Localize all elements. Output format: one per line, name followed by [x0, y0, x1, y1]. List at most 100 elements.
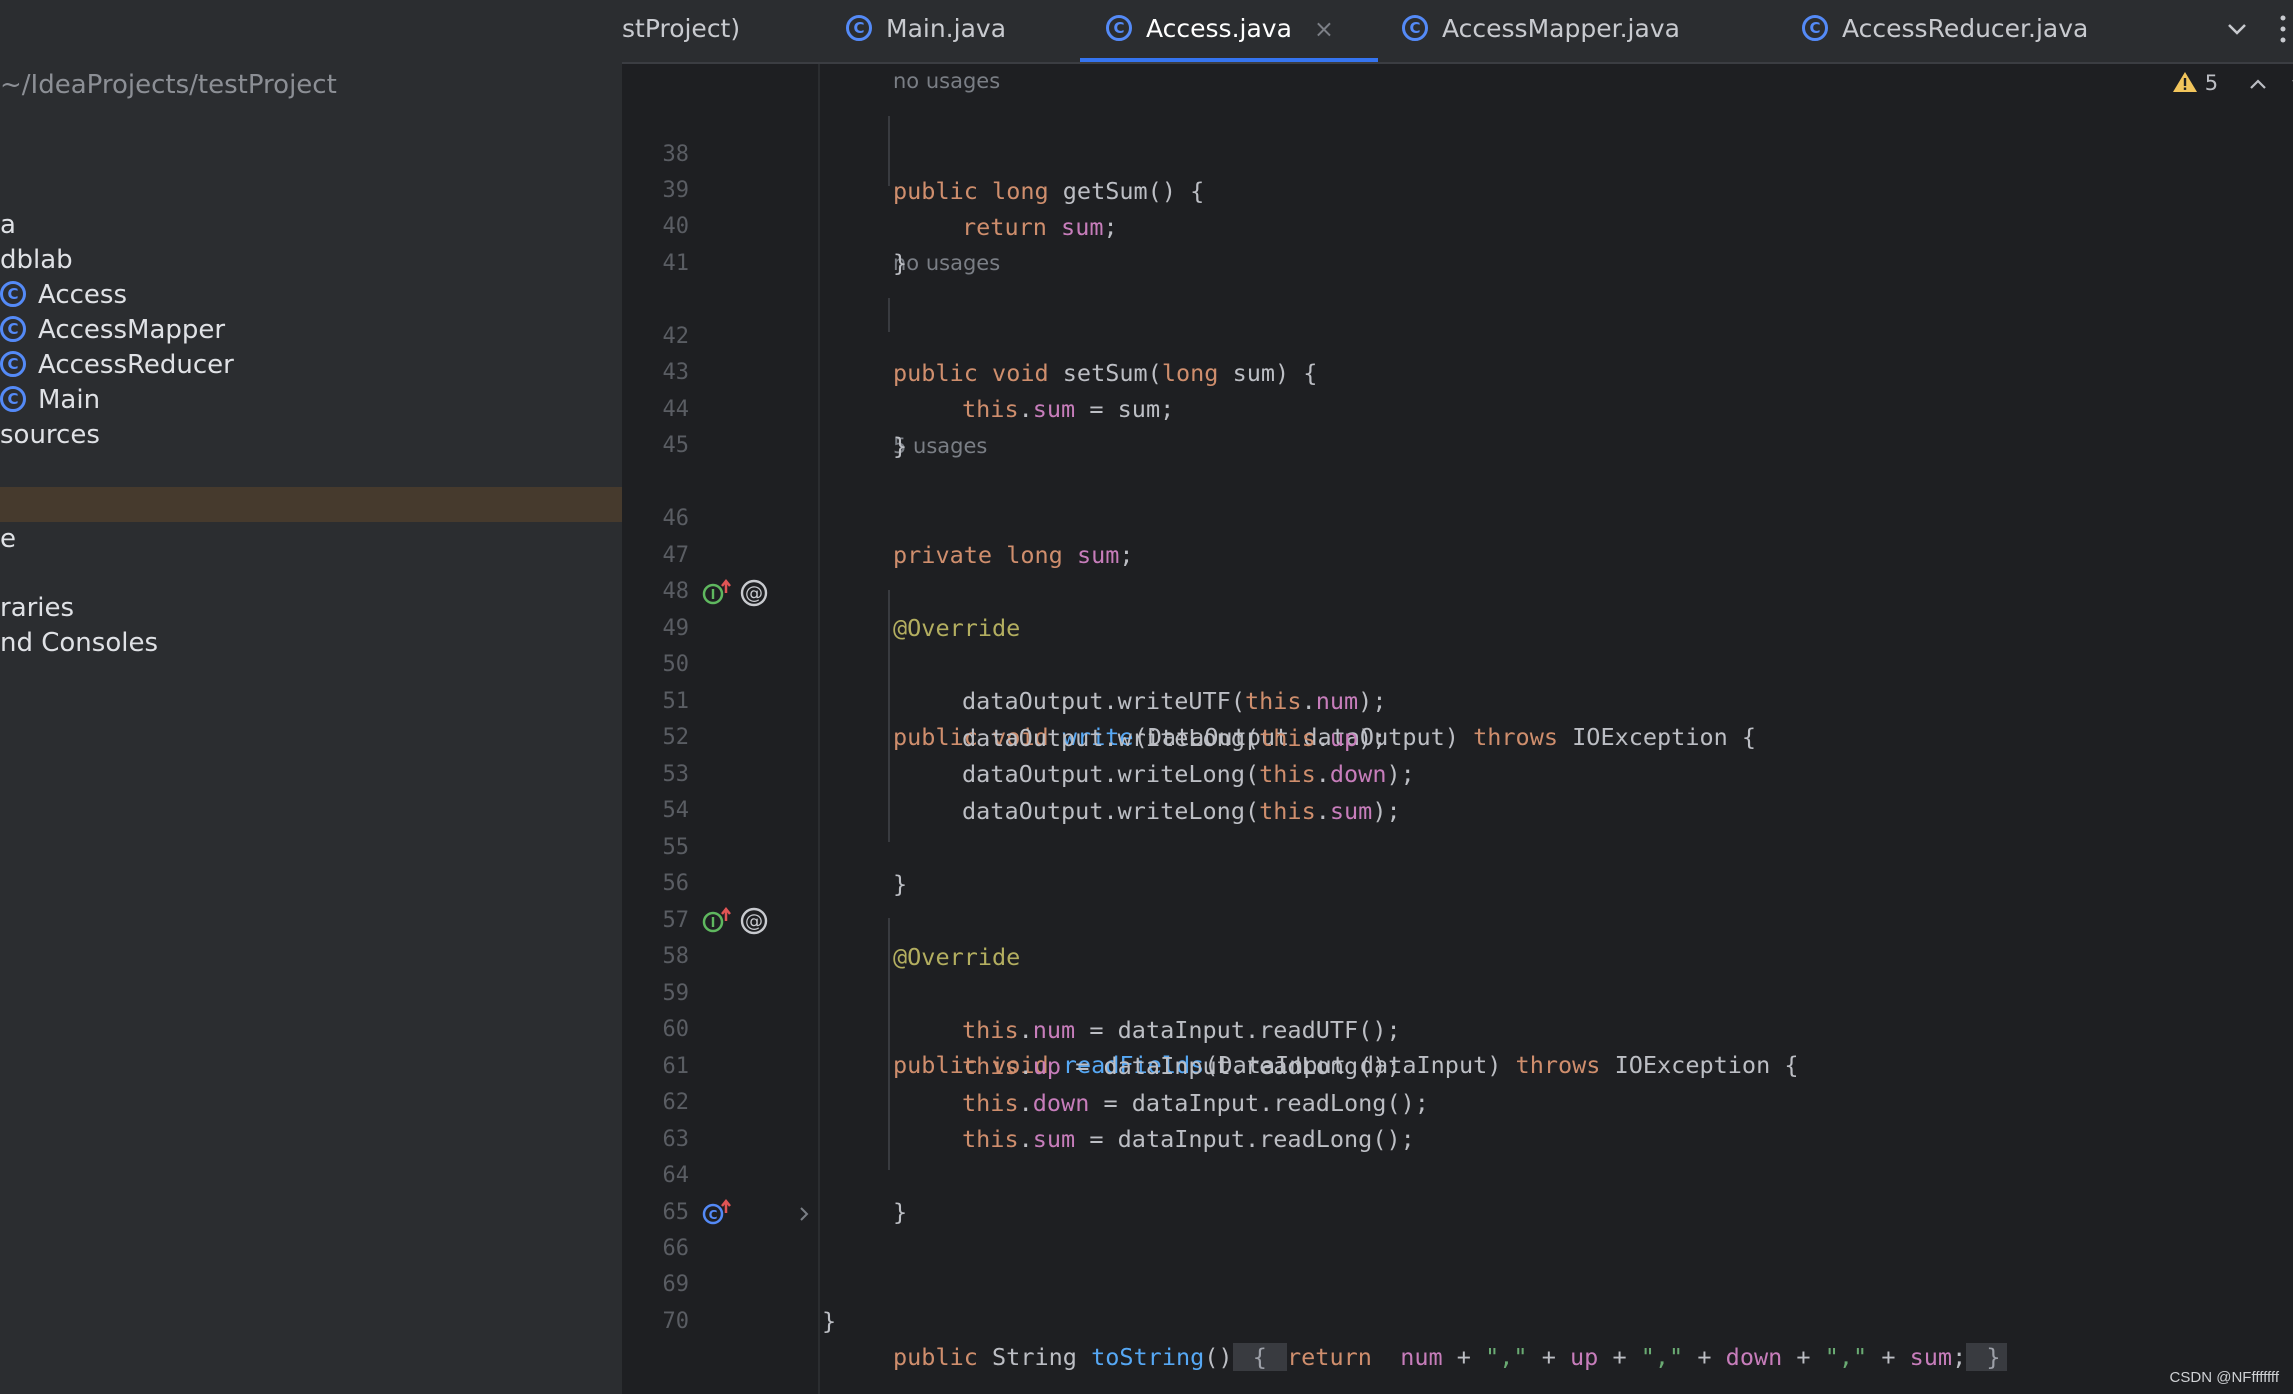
code-line[interactable]: 44 }	[622, 356, 2293, 460]
code-line[interactable]: 65	[622, 1159, 2293, 1225]
tree-item-scratches-and-consoles[interactable]: nd Consoles	[0, 626, 622, 661]
tab-label: AccessReducer.java	[1842, 14, 2089, 43]
code-line[interactable]: 64 }	[622, 1122, 2293, 1226]
tab-accessmapper-java[interactable]: C AccessMapper.java	[1402, 0, 1680, 62]
code-line[interactable]: 56	[622, 830, 2293, 896]
implements-method-icon[interactable]	[702, 579, 734, 607]
class-icon: C	[0, 350, 26, 377]
implements-method-icon[interactable]	[702, 907, 734, 935]
tree-item-accessmapper[interactable]: C AccessMapper	[0, 313, 622, 348]
code-line[interactable]: 43 this.sum = sum;	[622, 319, 2293, 423]
class-icon: C	[1106, 15, 1132, 41]
tab-label: Access.java	[1146, 14, 1292, 43]
svg-text:@: @	[745, 583, 763, 604]
code-line[interactable]: 70	[622, 1268, 2293, 1334]
usages-hint[interactable]: no usages	[893, 248, 1000, 278]
tree-item-external-libraries[interactable]: raries	[0, 591, 622, 626]
code-line[interactable]: 40 }	[622, 173, 2293, 277]
tab-project[interactable]: stProject)	[622, 0, 740, 62]
chevron-right-icon[interactable]	[796, 1205, 812, 1223]
code-line[interactable]: 49 @ public void write(DataOutput dataOu…	[622, 575, 2293, 751]
tree-item-label: AccessMapper	[38, 315, 226, 345]
code-line[interactable]: 69 }	[622, 1231, 2293, 1335]
more-vertical-icon[interactable]	[2277, 12, 2289, 46]
code-text: }	[893, 432, 908, 460]
project-sidebar: ~/IdeaProjects/testProject a dblab C Acce…	[0, 0, 622, 1394]
class-icon: C	[1402, 15, 1428, 41]
folded-region: }	[1966, 1343, 2007, 1371]
tree-item-label: Main	[38, 385, 101, 415]
tree-item-label: raries	[0, 593, 75, 623]
tree-item-label: e	[0, 524, 16, 554]
class-icon: C	[0, 385, 26, 412]
tree-item-e[interactable]: e	[0, 522, 622, 557]
code-text: }	[822, 1307, 837, 1335]
tree-item-access[interactable]: C Access	[0, 278, 622, 313]
class-icon: C	[0, 280, 26, 307]
tree-item-label: dblab	[0, 245, 73, 275]
code-line[interactable]: 41	[622, 210, 2293, 276]
code-line[interactable]: 42 public void setSum(long sum) {	[622, 283, 2293, 387]
tree-item-label: a	[0, 210, 16, 240]
code-line[interactable]: 54	[622, 757, 2293, 823]
usages-hint[interactable]: no usages	[893, 66, 1000, 96]
code-line[interactable]: 53 dataOutput.writeLong(this.sum);	[622, 721, 2293, 825]
code-line[interactable]: 59 this.num = dataInput.readUTF();	[622, 940, 2293, 1044]
tree-item-a[interactable]: a	[0, 208, 622, 243]
code-text: public String toString() { return num + …	[893, 1339, 2007, 1375]
code-line[interactable]: 38 public long getSum() {	[622, 101, 2293, 205]
code-line[interactable]: 45	[622, 392, 2293, 458]
code-line[interactable]: 63	[622, 1086, 2293, 1152]
tab-label: stProject)	[622, 14, 741, 43]
chevron-up-icon[interactable]	[2247, 76, 2269, 92]
warning-count: 5	[2204, 71, 2219, 95]
code-line[interactable]: 66 C public String toString() { return n…	[622, 1195, 2293, 1371]
tree-item-label: nd Consoles	[0, 628, 159, 658]
tree-item-resources[interactable]: sources	[0, 418, 622, 453]
code-line[interactable]: 62 this.sum = dataInput.readLong();	[622, 1049, 2293, 1153]
code-line[interactable]: 55 }	[622, 794, 2293, 898]
chevron-down-icon[interactable]	[2222, 14, 2252, 44]
code-editor[interactable]: 5 no usages no usages 5 usages 38 public…	[622, 64, 2293, 1394]
tree-item-dblab[interactable]: dblab	[0, 243, 622, 278]
project-path: ~/IdeaProjects/testProject	[0, 70, 337, 100]
code-line[interactable]: 51 dataOutput.writeLong(this.up);	[622, 648, 2293, 752]
code-text: }	[893, 249, 908, 277]
override-annotation-icon[interactable]: @	[738, 579, 770, 607]
override-annotation-icon[interactable]: @	[738, 907, 770, 935]
class-icon: C	[1802, 15, 1828, 41]
tree-item-main[interactable]: C Main	[0, 383, 622, 418]
tab-label: Main.java	[886, 14, 1007, 43]
tab-access-java[interactable]: C Access.java ×	[1080, 0, 1378, 62]
svg-text:@: @	[745, 911, 763, 932]
code-line[interactable]: 48 @Override	[622, 538, 2293, 642]
tab-accessreducer-java[interactable]: C AccessReducer.java	[1802, 0, 2088, 62]
tab-label: AccessMapper.java	[1442, 14, 1680, 43]
overrides-method-icon[interactable]: C	[702, 1199, 734, 1227]
inspection-widget[interactable]: 5	[2172, 68, 2293, 98]
code-line[interactable]: 57 @Override	[622, 867, 2293, 971]
tree-item-selected[interactable]	[0, 487, 622, 522]
code-line[interactable]: 60 this.up = dataInput.readLong();	[622, 976, 2293, 1080]
code-line[interactable]: 47	[622, 502, 2293, 568]
svg-text:C: C	[709, 1208, 718, 1222]
class-icon: C	[0, 315, 26, 342]
watermark: CSDN @NFfffffff	[2169, 1369, 2279, 1386]
chevron-down-icon[interactable]	[2289, 76, 2293, 92]
tree-item-label: AccessReducer	[38, 350, 234, 380]
close-icon[interactable]: ×	[1314, 15, 1334, 43]
code-line[interactable]: 39 return sum;	[622, 137, 2293, 241]
code-line[interactable]: 61 this.down = dataInput.readLong();	[622, 1013, 2293, 1117]
line-number: 45	[662, 433, 690, 458]
code-line[interactable]: 50 dataOutput.writeUTF(this.num);	[622, 611, 2293, 715]
line-number: 41	[662, 251, 690, 276]
code-line[interactable]: 52 dataOutput.writeLong(this.down);	[622, 684, 2293, 788]
editor-tab-bar: stProject) C Main.java C Access.java × C Acc…	[622, 0, 2293, 64]
tree-item-accessreducer[interactable]: C AccessReducer	[0, 348, 622, 383]
tree-item-label: Access	[38, 280, 128, 310]
tab-main-java[interactable]: C Main.java	[846, 0, 1006, 62]
code-line[interactable]: 46 private long sum;	[622, 465, 2293, 569]
line-number: 70	[662, 1309, 690, 1334]
warning-icon	[2173, 72, 2197, 92]
code-line[interactable]: 58 @ public void readFields(DataInput da…	[622, 903, 2293, 1079]
